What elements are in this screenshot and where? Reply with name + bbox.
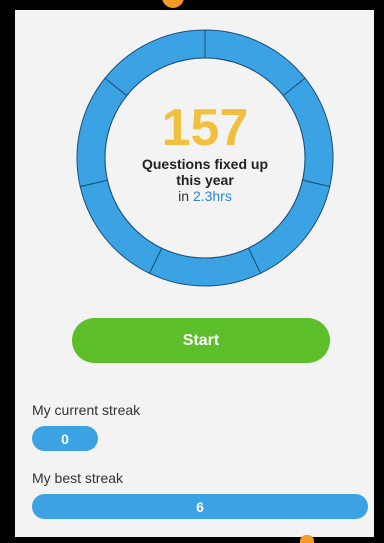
questions-count: 157 <box>161 99 249 157</box>
ring-center: 157 Questions fixed up this year in 2.3h… <box>75 28 335 288</box>
progress-ring: 157 Questions fixed up this year in 2.3h… <box>75 28 335 288</box>
time-spent-value: 2.3hrs <box>192 188 232 204</box>
start-button[interactable]: Start <box>72 318 330 363</box>
best-streak-label: My best streak <box>32 470 124 486</box>
top-indicator-dot <box>162 0 184 8</box>
time-spent-prefix: in <box>178 188 190 204</box>
stats-panel: 157 Questions fixed up this year in 2.3h… <box>15 10 374 537</box>
bottom-indicator-dot <box>300 535 314 543</box>
current-streak-badge: 0 <box>32 426 98 451</box>
best-streak-bar: 6 <box>32 494 368 519</box>
current-streak-label: My current streak <box>32 402 141 418</box>
time-spent: in 2.3hrs <box>178 188 232 204</box>
questions-caption: Questions fixed up this year <box>141 156 268 188</box>
